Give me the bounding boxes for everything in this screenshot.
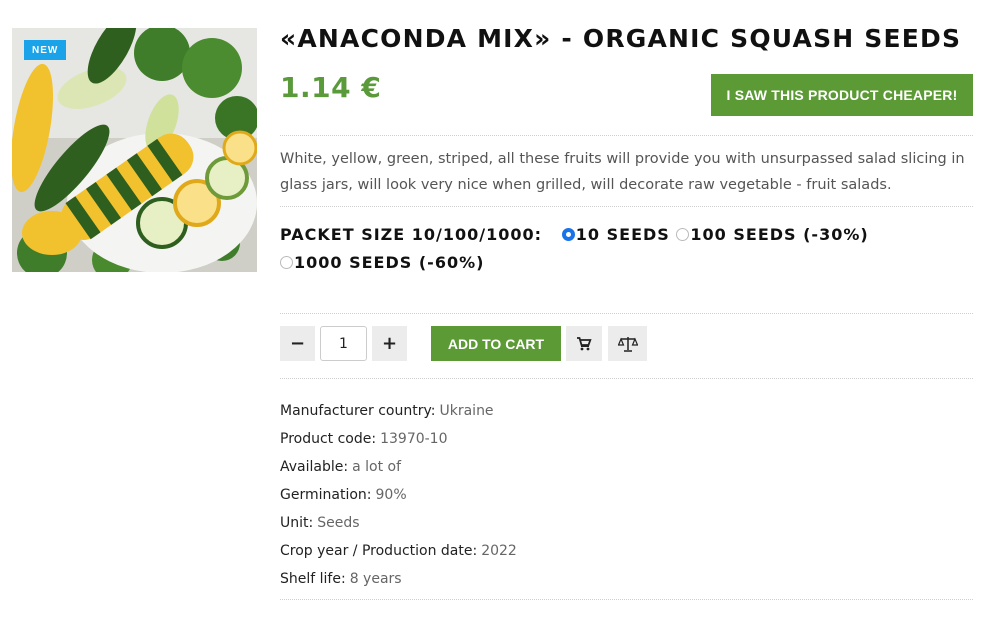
- add-to-cart-button[interactable]: ADD TO CART: [431, 326, 561, 361]
- compare-button[interactable]: [608, 326, 647, 361]
- squash-photo: [12, 28, 257, 272]
- new-badge: NEW: [24, 40, 67, 60]
- scales-icon: [617, 336, 638, 352]
- product-image[interactable]: NEW: [12, 28, 257, 272]
- packet-size-label: PACKET SIZE 10/100/1000:: [280, 225, 543, 244]
- packet-size-selector: PACKET SIZE 10/100/1000: 10 SEEDS 100 SE…: [280, 207, 973, 313]
- radio-icon[interactable]: [676, 228, 690, 241]
- increase-quantity-button[interactable]: +: [372, 326, 407, 361]
- spec-crop-year: Crop year / Production date: 2022: [280, 543, 517, 559]
- packet-option-100[interactable]: 100 SEEDS (-30%): [676, 225, 868, 244]
- packet-option-10[interactable]: 10 SEEDS: [561, 225, 670, 244]
- product-info: «ANACONDA MIX» - ORGANIC SQUASH SEEDS 1.…: [280, 24, 973, 600]
- decrease-quantity-button[interactable]: −: [280, 326, 315, 361]
- quantity-input[interactable]: [320, 326, 367, 361]
- saw-cheaper-button[interactable]: I SAW THIS PRODUCT CHEAPER!: [711, 74, 973, 116]
- packet-option-1000[interactable]: 1000 SEEDS (-60%): [280, 253, 484, 272]
- product-specs: Manufacturer country: Ukraine Product cod…: [280, 379, 973, 593]
- radio-icon[interactable]: [280, 256, 293, 269]
- radio-selected-icon[interactable]: [561, 228, 575, 241]
- product-description: White, yellow, green, striped, all these…: [280, 151, 965, 193]
- spec-product-code: Product code: 13970-10: [280, 431, 448, 447]
- spec-available: Available: a lot of: [280, 459, 402, 475]
- add-to-cart-row: − + ADD TO CART: [280, 314, 973, 378]
- spec-germination: Germination: 90%: [280, 487, 407, 503]
- product-price: 1.14 €: [280, 71, 382, 104]
- spec-shelf-life: Shelf life: 8 years: [280, 571, 402, 587]
- cart-button[interactable]: [566, 326, 602, 361]
- price-row: 1.14 € I SAW THIS PRODUCT CHEAPER!: [280, 65, 973, 135]
- spec-manufacturer-country: Manufacturer country: Ukraine: [280, 403, 494, 419]
- spec-unit: Unit: Seeds: [280, 515, 360, 531]
- product-title: «ANACONDA MIX» - ORGANIC SQUASH SEEDS: [280, 24, 962, 53]
- divider: [280, 599, 973, 600]
- cart-icon: [577, 336, 592, 350]
